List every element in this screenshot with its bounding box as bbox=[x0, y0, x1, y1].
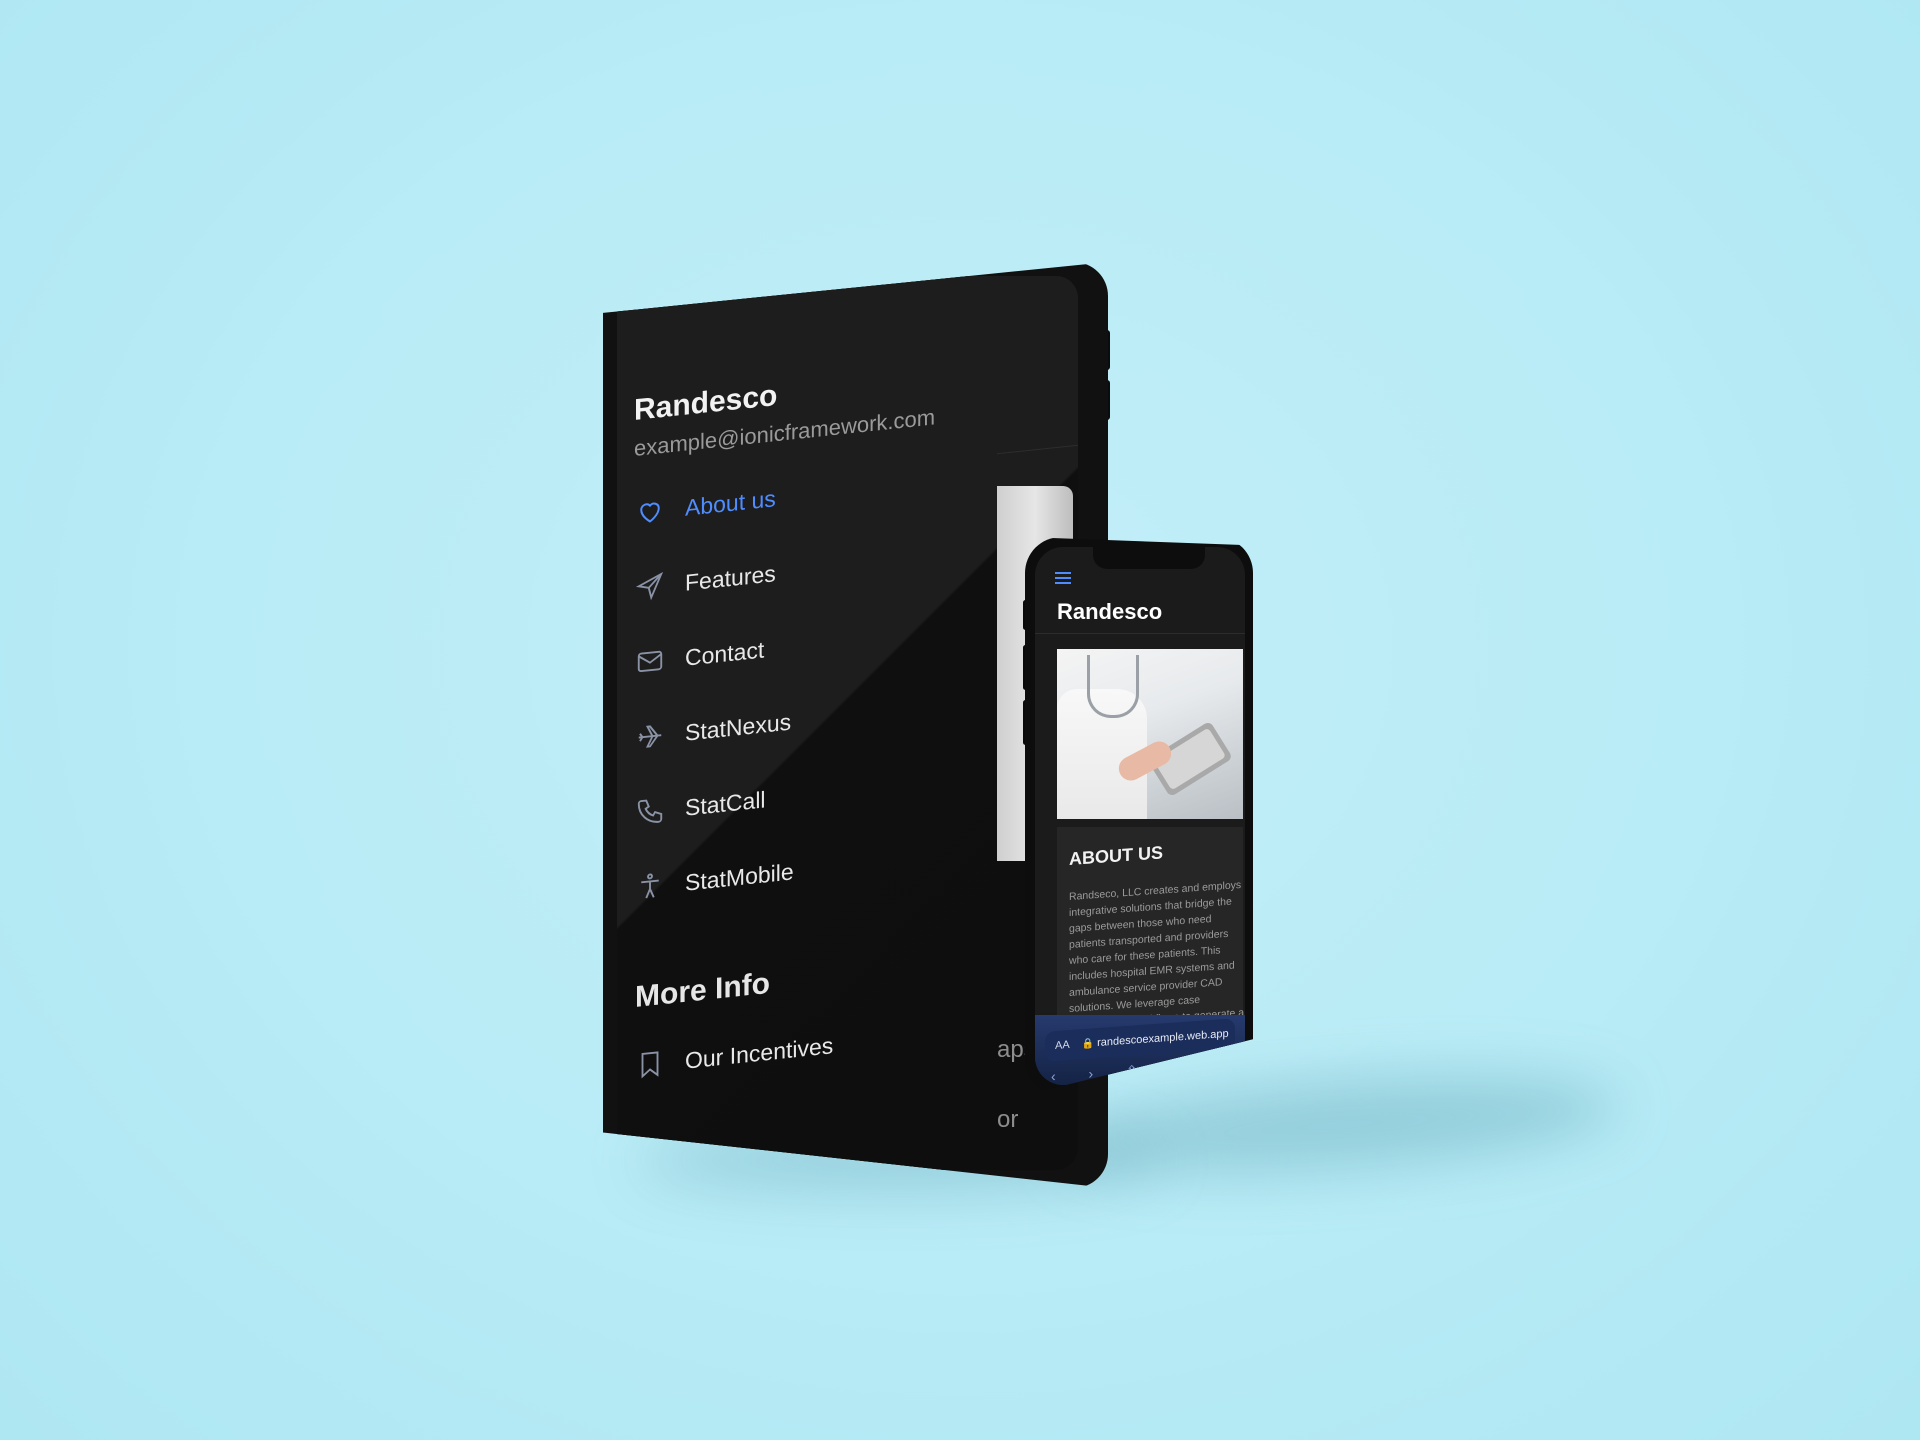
text-size-button[interactable]: AA bbox=[1055, 1039, 1070, 1052]
bookmark-icon bbox=[641, 1051, 659, 1079]
url-text: randescoexample.web.app bbox=[1097, 1027, 1229, 1049]
menu-item-contact[interactable]: Contact bbox=[635, 634, 764, 678]
share-icon[interactable]: ⇧ bbox=[1126, 1062, 1138, 1080]
menu-item-statnexus[interactable]: StatNexus bbox=[635, 707, 791, 753]
menu-item-label: Our Incentives bbox=[685, 1031, 834, 1074]
phone-icon bbox=[637, 799, 663, 823]
menu-item-features[interactable]: Features bbox=[635, 558, 776, 603]
menu-title: Randesco bbox=[634, 378, 778, 427]
paper-plane-icon bbox=[635, 571, 664, 601]
phone-shadow bbox=[1057, 1060, 1623, 1190]
back-icon[interactable]: ‹ bbox=[1051, 1068, 1056, 1085]
lock-icon: 🔒 bbox=[1081, 1037, 1095, 1050]
phone-screen: Randesco ABOUT US Randseco, LLC creates … bbox=[1035, 547, 1245, 1085]
menu-item-statcall[interactable]: StatCall bbox=[635, 784, 766, 828]
doctor-tablet-image bbox=[1057, 649, 1243, 819]
browser-nav-row: ‹ › ⇧ ◫ ❐ bbox=[1051, 1056, 1229, 1085]
more-info-title: More Info bbox=[635, 966, 770, 1014]
menu-item-statmobile[interactable]: StatMobile bbox=[635, 856, 794, 903]
accessibility-icon bbox=[641, 873, 659, 899]
phone-device: Randesco ABOUT US Randseco, LLC creates … bbox=[1025, 537, 1253, 1095]
menu-item-label: StatCall bbox=[685, 785, 766, 821]
tabs-icon[interactable]: ❐ bbox=[1216, 1056, 1229, 1074]
phone-notch bbox=[1093, 547, 1205, 569]
side-menu: Randesco example@ionicframework.com Abou… bbox=[617, 276, 973, 1170]
browser-toolbar: AA 🔒 randescoexample.web.app ‹ › ⇧ ◫ ❐ bbox=[1035, 1015, 1245, 1085]
image-stethoscope bbox=[1087, 655, 1139, 718]
tablet-screen: aps or Randesco example@ionicframework.c… bbox=[617, 276, 1078, 1170]
menu-item-label: StatNexus bbox=[685, 708, 792, 746]
content-text-fragment: or bbox=[997, 1106, 1019, 1133]
mockup-scene: aps or Randesco example@ionicframework.c… bbox=[0, 0, 1920, 1440]
hamburger-icon[interactable] bbox=[1055, 571, 1071, 589]
menu-item-label: Contact bbox=[685, 635, 765, 671]
menu-item-label: StatMobile bbox=[685, 857, 794, 896]
mail-icon bbox=[637, 650, 663, 673]
about-heading: ABOUT US bbox=[1069, 842, 1163, 869]
address-bar[interactable]: AA 🔒 randescoexample.web.app bbox=[1045, 1018, 1235, 1062]
phone-page-title: Randesco bbox=[1057, 599, 1163, 624]
menu-item-label: Features bbox=[685, 559, 776, 596]
bookmarks-icon[interactable]: ◫ bbox=[1170, 1059, 1183, 1077]
airplane-icon bbox=[638, 725, 662, 748]
heart-icon bbox=[640, 502, 660, 523]
menu-item-about-us[interactable]: About us bbox=[635, 483, 776, 528]
about-card: ABOUT US Randseco, LLC creates and emplo… bbox=[1057, 827, 1244, 1079]
menu-item-our-incentives[interactable]: Our Incentives bbox=[635, 1030, 833, 1081]
phone-header-divider bbox=[1035, 633, 1245, 634]
menu-item-label: About us bbox=[685, 484, 776, 521]
